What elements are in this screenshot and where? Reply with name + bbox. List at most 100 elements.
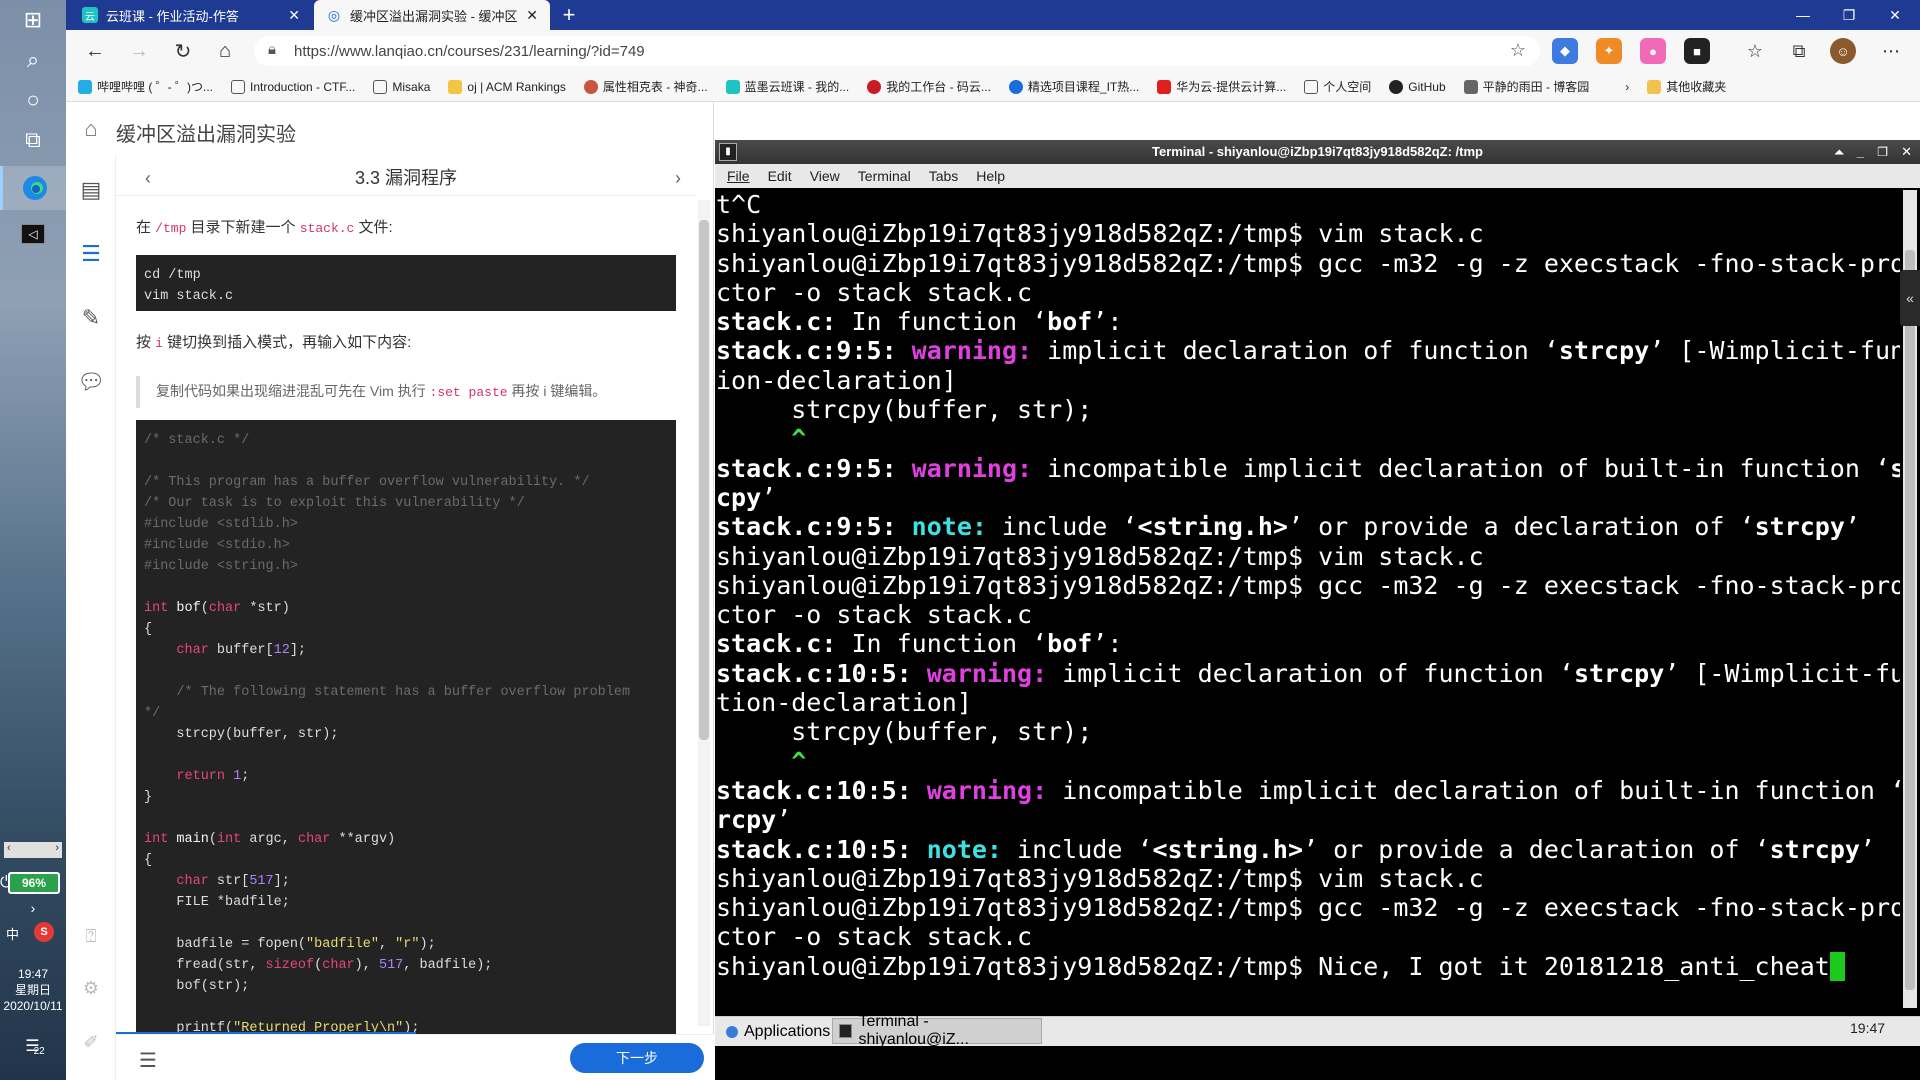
terminal-input-line[interactable]: shiyanlou@iZbp19i7qt83jy918d582qZ:/tmp$ … — [716, 951, 1900, 981]
fox-extension-icon[interactable]: ✦ — [1596, 38, 1622, 64]
menu-edit[interactable]: Edit — [768, 168, 792, 184]
terminal-output[interactable]: t^C shiyanlou@iZbp19i7qt83jy918d582qZ:/tm… — [716, 190, 1900, 1016]
terminal-line: stack.c:10:5: warning: implicit declarat… — [716, 658, 1900, 688]
home-icon[interactable]: ⌂ — [76, 114, 106, 144]
bookmark-other-folder[interactable]: 其他收藏夹 — [1647, 78, 1726, 95]
bilibili-extension-icon[interactable]: ● — [1640, 38, 1666, 64]
menu-view[interactable]: View — [810, 168, 840, 184]
bookmark-cnblogs[interactable]: 平静的雨田 - 博客园 — [1463, 78, 1589, 95]
report-icon[interactable]: ⚙ — [66, 968, 116, 1008]
menu-terminal[interactable]: Terminal — [858, 168, 911, 184]
bookmark-huawei-cloud[interactable]: 华为云-提供云计算... — [1157, 78, 1286, 95]
refresh-icon[interactable]: ↻ — [168, 36, 198, 66]
outline-list-icon[interactable]: ☰ — [66, 234, 116, 274]
collapse-panel-icon[interactable]: « — [1900, 270, 1920, 326]
maximize-icon[interactable]: ❐ — [1877, 140, 1888, 164]
inline-code: :set paste — [429, 385, 508, 400]
back-icon[interactable]: ← — [80, 36, 110, 66]
terminal-app-icon[interactable]: ▮ — [719, 143, 737, 161]
favorite-star-icon[interactable]: ☆ — [1510, 40, 1526, 61]
tab-cloud-class[interactable]: 云 云班课 - 作业活动-作答 ✕ — [70, 0, 312, 30]
bookmark-bilibili[interactable]: 哔哩哔哩 ( ゜- ゜)つ... — [78, 78, 213, 95]
sogou-icon[interactable]: S — [34, 922, 54, 942]
bookmark-pokemon[interactable]: 属性相克表 - 神奇... — [583, 78, 708, 95]
edge-browser-icon[interactable] — [0, 166, 66, 210]
new-tab-button[interactable]: + — [554, 0, 584, 30]
scrollbar-thumb[interactable] — [699, 220, 709, 740]
inline-code: /tmp — [155, 221, 187, 236]
bookmark-label: 个人空间 — [1323, 80, 1372, 94]
bookmark-ctf[interactable]: Introduction - CTF... — [231, 79, 356, 94]
more-menu-icon[interactable]: ⋯ — [1878, 38, 1904, 64]
menu-file[interactable]: File — [727, 168, 750, 184]
windows-taskbar: ⊞ ⌕ ○ ⧉ ◁ ‹ › ⏻ 96% › 中 S 19:47 星期日 2020/… — [0, 0, 66, 1080]
menu-help[interactable]: Help — [976, 168, 1005, 184]
terminal-line: shiyanlou@iZbp19i7qt83jy918d582qZ:/tmp$ … — [716, 541, 1484, 571]
next-step-button[interactable]: 下一步 — [570, 1043, 704, 1073]
stack-c-code-block: /* stack.c */ /* This program has a buff… — [136, 420, 676, 1040]
task-view-icon[interactable]: ⧉ — [0, 120, 66, 160]
terminal-line: stack.c:9:5: note: include ‘<string.h>’ … — [716, 512, 1860, 542]
shield-extension-icon[interactable]: ◆ — [1552, 38, 1578, 64]
cortana-icon[interactable]: ○ — [0, 80, 66, 120]
notification-count: 22 — [33, 1045, 45, 1057]
terminal-line: rcpy’ — [716, 805, 792, 835]
tab-buffer-overflow[interactable]: ◎ 缓冲区溢出漏洞实验 - 缓冲区溢 ✕ — [314, 0, 550, 30]
restore-button[interactable]: ❐ — [1826, 0, 1872, 30]
bookmark-misaka[interactable]: Misaka — [373, 79, 430, 94]
favorites-icon[interactable]: ☆ — [1742, 38, 1768, 64]
terminal-line: ctor -o stack stack.c — [716, 600, 1033, 630]
close-icon[interactable]: ✕ — [288, 7, 300, 24]
taskbar-scroll[interactable]: ‹ › — [4, 842, 62, 858]
xfce-logo-icon — [726, 1026, 738, 1038]
search-icon[interactable]: ⌕ — [0, 40, 66, 80]
action-center-icon[interactable]: ☰ 22 — [22, 1034, 48, 1058]
minimize-icon[interactable]: _ — [1857, 140, 1864, 164]
typed-command: Nice, I got it 20181218_anti_cheat — [1318, 951, 1830, 981]
desktop-bottom — [715, 1046, 1920, 1080]
terminal-line: t^C — [716, 190, 762, 219]
windows-start-icon[interactable]: ⊞ — [0, 0, 66, 40]
bookmark-acm[interactable]: oj | ACM Rankings — [448, 79, 566, 94]
ime-icon[interactable]: 中 — [6, 924, 19, 943]
home-icon[interactable]: ⌂ — [210, 36, 240, 66]
bookmark-gitee[interactable]: 我的工作台 - 码云... — [867, 78, 991, 95]
terminal-app-icon[interactable]: ◁ — [0, 214, 66, 254]
close-icon[interactable]: ✕ — [526, 7, 538, 24]
dark-extension-icon[interactable]: ■ — [1684, 38, 1710, 64]
close-icon[interactable]: ✕ — [1901, 140, 1912, 164]
taskbar-clock[interactable]: 19:47 星期日 2020/10/11 — [0, 966, 66, 1014]
bookmark-mosoteach[interactable]: 蓝墨云班课 - 我的... — [725, 78, 849, 95]
bookmark-label: Introduction - CTF... — [250, 79, 356, 94]
next-section-icon[interactable]: › — [666, 164, 690, 192]
minimize-button[interactable]: — — [1780, 0, 1826, 30]
edit-note-icon[interactable]: ✎ — [66, 298, 116, 338]
menu-tabs[interactable]: Tabs — [929, 168, 959, 184]
collections-icon[interactable]: ⧉ — [1786, 38, 1812, 64]
clock-weekday: 星期日 — [14, 983, 51, 997]
lock-icon: 🔒︎ — [268, 41, 276, 58]
terminal-app-icon — [839, 1024, 853, 1038]
chevron-right-icon[interactable]: › — [0, 896, 66, 920]
close-window-button[interactable]: ✕ — [1872, 0, 1918, 30]
list-icon[interactable]: ☰ — [134, 1048, 162, 1072]
shade-icon[interactable]: ⏶ — [1834, 140, 1844, 164]
terminal-scrollbar-thumb[interactable] — [1905, 250, 1915, 990]
bookmark-github[interactable]: GitHub — [1389, 79, 1446, 94]
avatar[interactable]: ☺ — [1830, 38, 1856, 64]
chevron-right-icon[interactable]: › — [1625, 80, 1629, 94]
comment-icon[interactable]: 💬︎ — [66, 362, 116, 402]
terminal-menubar: File Edit View Terminal Tabs Help — [715, 164, 1920, 188]
bookmark-label: 精选项目课程_IT热... — [1027, 80, 1140, 94]
help-icon[interactable]: ⍰ — [66, 916, 116, 956]
feedback-icon[interactable]: ✐ — [66, 1022, 116, 1062]
terminal-line: stack.c:10:5: warning: incompatible impl… — [716, 775, 1900, 805]
catalog-icon[interactable]: ▤ — [66, 170, 116, 210]
address-bar[interactable]: 🔒︎ https://www.lanqiao.cn/courses/231/le… — [254, 36, 1540, 66]
forward-icon[interactable]: → — [124, 36, 154, 66]
taskbar-terminal-item[interactable]: Terminal - shiyanlou@iZ... — [832, 1013, 1042, 1048]
tab-title: 云班课 - 作业活动-作答 — [106, 8, 239, 24]
applications-menu[interactable]: Applications — [720, 1020, 836, 1044]
bookmark-projects[interactable]: 精选项目课程_IT热... — [1008, 78, 1140, 95]
bookmark-personal-space[interactable]: 个人空间 — [1304, 78, 1371, 95]
